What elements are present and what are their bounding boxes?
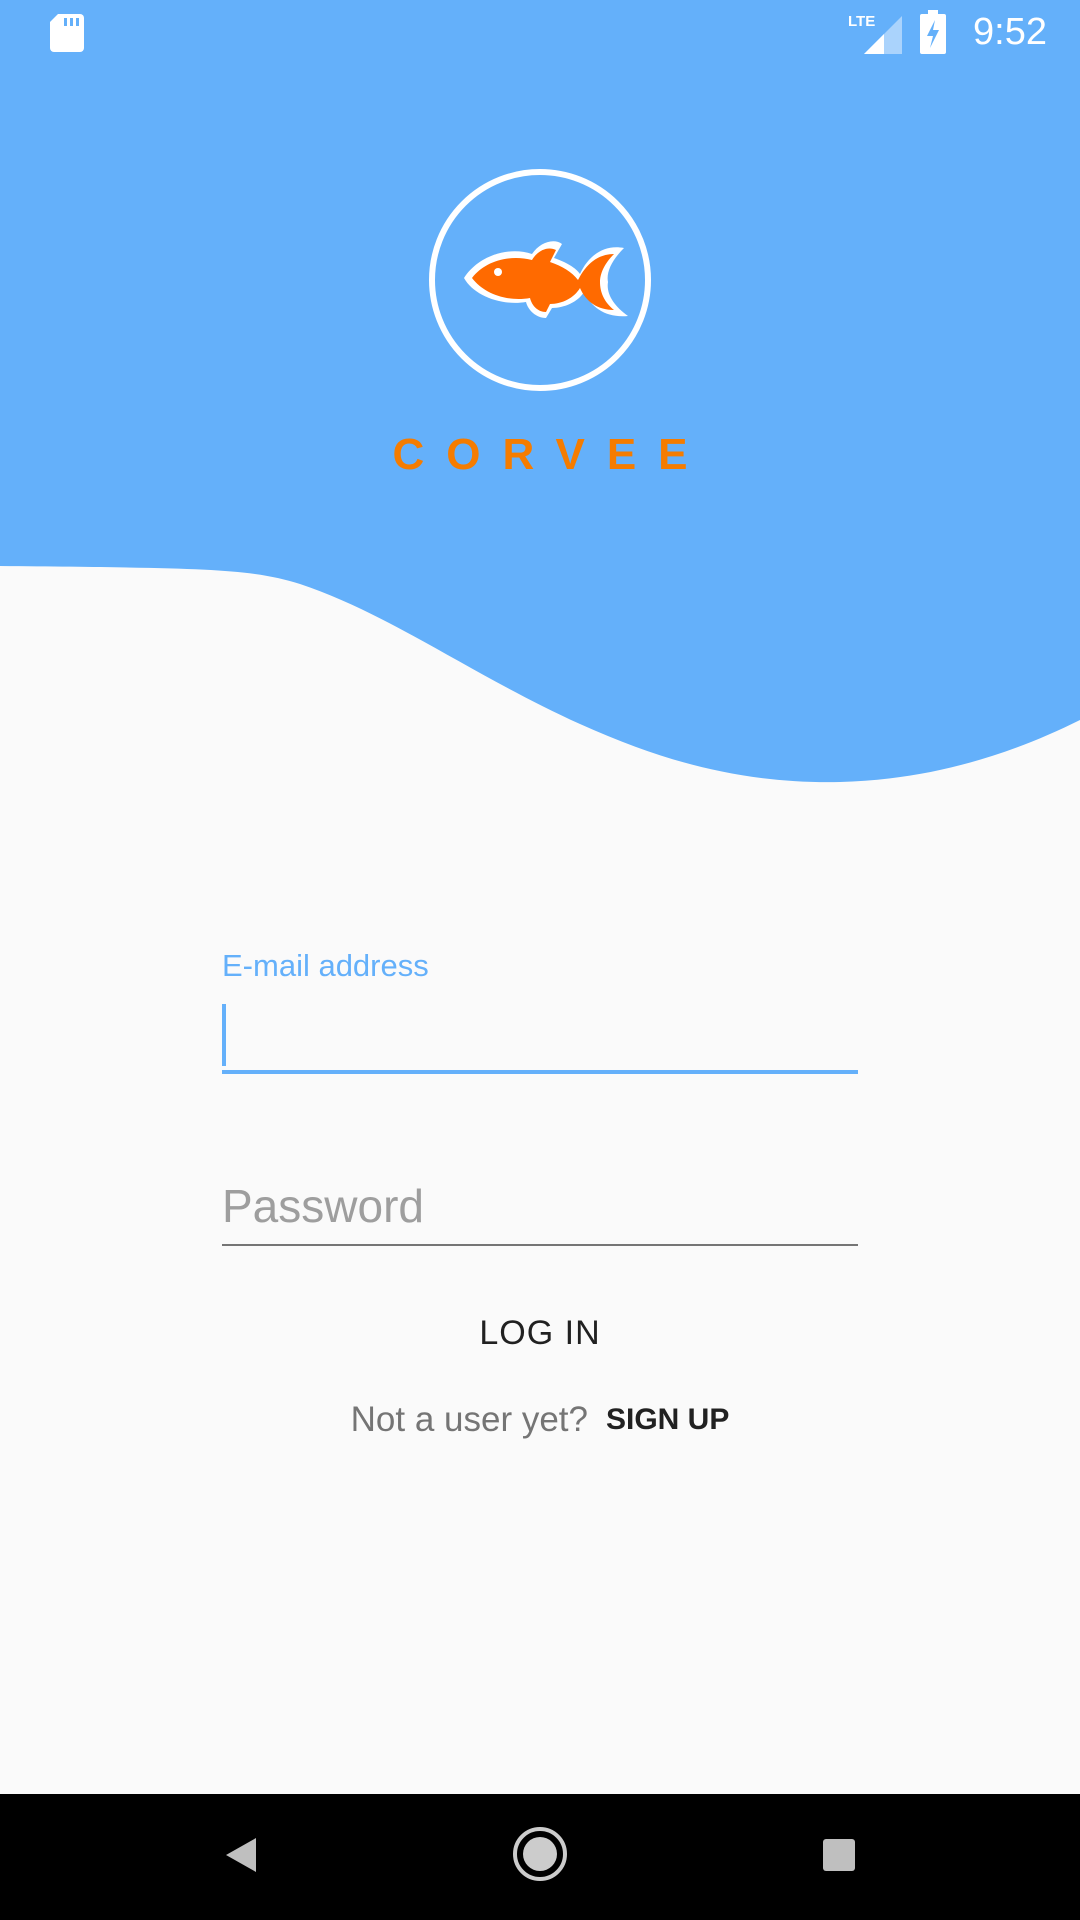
goldfish-icon <box>429 169 651 391</box>
header-wave-background <box>0 0 1080 783</box>
email-underline <box>222 1070 858 1074</box>
signup-button[interactable]: SIGN UP <box>606 1396 729 1444</box>
recents-icon[interactable] <box>822 1838 856 1872</box>
sd-card-icon <box>50 14 84 52</box>
navigation-bar <box>0 1794 1080 1920</box>
email-label: E-mail address <box>222 948 429 983</box>
home-icon[interactable] <box>512 1826 568 1882</box>
email-input[interactable] <box>222 996 858 1072</box>
battery-charging-icon <box>920 10 946 54</box>
email-field[interactable] <box>222 996 858 1076</box>
lte-signal-icon: LTE <box>848 13 902 54</box>
password-underline <box>222 1244 858 1246</box>
signup-row: Not a user yet? SIGN UP <box>300 1396 780 1444</box>
back-icon[interactable] <box>222 1834 258 1876</box>
login-button[interactable]: LOG IN <box>420 1300 660 1364</box>
signup-prompt: Not a user yet? <box>350 1400 588 1439</box>
app-name: CORVEE <box>392 430 710 479</box>
status-time: 9:52 <box>973 11 1047 53</box>
text-caret <box>222 1004 226 1066</box>
password-input[interactable] <box>222 1170 858 1242</box>
password-field[interactable] <box>222 1170 858 1250</box>
status-bar: LTE 9:52 <box>0 0 1080 66</box>
lte-text: LTE <box>848 13 875 30</box>
